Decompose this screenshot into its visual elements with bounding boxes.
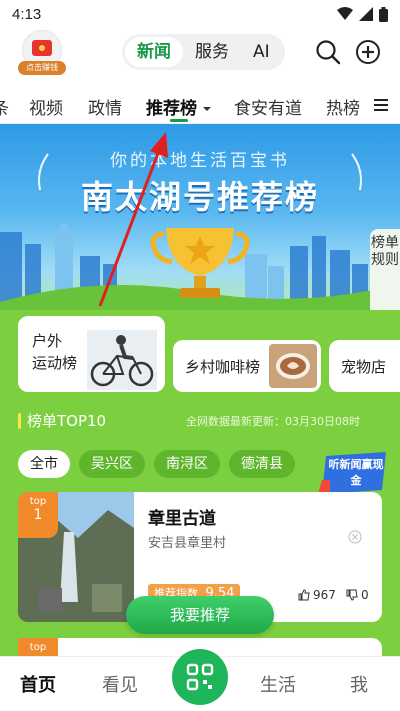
tab-hot-list[interactable]: 热榜 [326, 94, 360, 119]
caret-down-icon [202, 107, 211, 111]
status-time: 4:13 [12, 5, 42, 23]
active-tab-indicator [170, 119, 188, 122]
search-icon[interactable] [314, 38, 342, 66]
category-card-coffee[interactable]: 乡村咖啡榜 [173, 340, 321, 392]
red-packet-button[interactable]: 点击赚钱 [18, 30, 66, 76]
rank-number: 1 [33, 507, 43, 523]
scan-button[interactable] [172, 649, 228, 705]
tab-video[interactable]: 视频 [29, 94, 63, 119]
update-time: 全网数据最新更新：03月30日08时 [186, 415, 360, 428]
cyclist-image [87, 330, 157, 390]
red-packet-label: 点击赚钱 [18, 61, 66, 75]
segment-ai[interactable]: AI [241, 37, 282, 67]
tab-partial[interactable]: 条 [0, 94, 9, 119]
category-card-outdoor[interactable]: 户外 运动榜 [18, 316, 165, 392]
district-filter: 全市 吴兴区 南浔区 德清县 [18, 450, 295, 478]
qr-code-icon [186, 663, 214, 691]
category-coffee-label: 乡村咖啡榜 [185, 358, 261, 376]
category-pet-label: 宠物店 [341, 358, 387, 376]
signal-icon [359, 7, 373, 21]
filter-chip-wuxing[interactable]: 吴兴区 [79, 450, 145, 478]
tab-politics[interactable]: 政情 [88, 94, 122, 119]
close-icon[interactable] [348, 530, 362, 544]
segment-news[interactable]: 新闻 [125, 37, 183, 67]
thumbs-up-icon [298, 589, 310, 601]
like-button[interactable]: 967 [298, 588, 336, 602]
thumbs-down-icon [346, 589, 358, 601]
nav-discover[interactable]: 看见 [102, 671, 138, 697]
category-outdoor-label: 户外 运动榜 [32, 332, 78, 372]
filter-chip-nanxun[interactable]: 南浔区 [154, 450, 220, 478]
channel-tabs: 条 视频 政情 推荐榜 食安有道 热榜 [0, 88, 400, 124]
add-icon[interactable] [354, 38, 382, 66]
top-header: 点击赚钱 新闻 服务 AI [0, 28, 400, 84]
list-rules-button[interactable]: 榜单规则 [370, 229, 400, 317]
hero-banner: 你的本地生活百宝书 南太湖号推荐榜 榜单规则 [0, 124, 400, 319]
content-switcher: 新闻 服务 AI [122, 34, 285, 70]
tab-food-safety[interactable]: 食安有道 [234, 94, 302, 119]
hero-subtitle: 你的本地生活百宝书 [110, 151, 290, 171]
top10-title: 榜单TOP10 [27, 412, 107, 430]
item-location: 安吉县章里村 [148, 536, 227, 551]
nav-life[interactable]: 生活 [260, 671, 296, 697]
segment-services[interactable]: 服务 [183, 37, 241, 67]
category-card-pet[interactable]: 宠物店 [329, 340, 400, 392]
red-envelope-icon [32, 40, 52, 56]
system-icons [337, 6, 388, 22]
top10-heading: 榜单TOP10 [18, 410, 106, 431]
heading-accent-bar [18, 412, 21, 429]
like-count: 967 [313, 588, 336, 602]
nav-home[interactable]: 首页 [20, 671, 56, 697]
tab-recommend-label: 推荐榜 [146, 99, 197, 119]
promo-badge-text: 听新闻赢现金 [328, 458, 384, 487]
hero-title: 南太湖号推荐榜 [80, 178, 319, 216]
status-bar: 4:13 [0, 0, 400, 28]
recommend-button[interactable]: 我要推荐 [126, 596, 274, 634]
dislike-button[interactable]: 0 [346, 588, 369, 602]
rank-badge: top 1 [18, 492, 58, 538]
item-name: 章里古道 [148, 509, 216, 529]
battery-icon [379, 6, 388, 22]
menu-icon[interactable] [374, 98, 388, 112]
bottom-navigation: 首页 看见 生活 我 [0, 649, 400, 711]
nav-me[interactable]: 我 [350, 671, 368, 697]
tab-recommend-list[interactable]: 推荐榜 [146, 94, 211, 119]
wifi-icon [337, 7, 353, 20]
filter-chip-city[interactable]: 全市 [18, 450, 70, 478]
rank-prefix: top [29, 496, 47, 507]
coffee-image [269, 344, 317, 388]
filter-chip-deqing[interactable]: 德清县 [229, 450, 295, 478]
dislike-count: 0 [361, 588, 369, 602]
